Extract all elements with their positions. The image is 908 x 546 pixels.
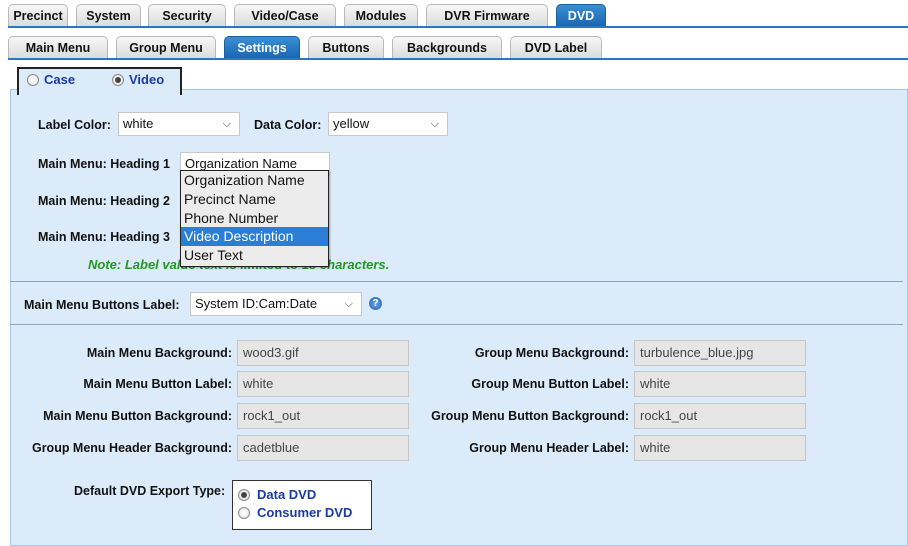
data-color-select[interactable]: yellow ⌵ bbox=[328, 112, 448, 136]
heading1-value: Organization Name bbox=[185, 156, 297, 171]
tab-dvd[interactable]: DVD bbox=[556, 4, 606, 26]
video-label[interactable]: Video bbox=[129, 72, 164, 87]
gm-bg-label: Group Menu Background: bbox=[474, 346, 629, 360]
tab-dvr-firmware[interactable]: DVR Firmware bbox=[426, 4, 548, 26]
gm-hdr-bg-field: cadetblue bbox=[237, 435, 409, 461]
heading1-label: Main Menu: Heading 1 bbox=[38, 157, 170, 171]
chevron-down-icon: ⌵ bbox=[344, 298, 353, 310]
gm-btn-label-label: Group Menu Button Label: bbox=[471, 377, 629, 391]
gm-hdr-label-label: Group Menu Header Label: bbox=[469, 441, 629, 455]
gm-btn-bg-label: Group Menu Button Background: bbox=[431, 409, 629, 423]
heading2-label: Main Menu: Heading 2 bbox=[38, 194, 170, 208]
tab-settings[interactable]: Settings bbox=[224, 36, 300, 58]
gm-btn-label-field: white bbox=[634, 371, 806, 397]
tab-system[interactable]: System bbox=[76, 4, 141, 26]
tab-main-menu[interactable]: Main Menu bbox=[8, 36, 108, 58]
tab-dvd-label[interactable]: DVD Label bbox=[510, 36, 602, 58]
export-type-label: Default DVD Export Type: bbox=[74, 484, 226, 498]
tab-group-menu[interactable]: Group Menu bbox=[116, 36, 216, 58]
mm-btn-bg-label: Main Menu Button Background: bbox=[43, 409, 232, 423]
gm-btn-bg-field: rock1_out bbox=[634, 403, 806, 429]
chevron-down-icon: ⌵ bbox=[430, 118, 439, 130]
mm-bg-field: wood3.gif bbox=[237, 340, 409, 366]
data-dvd-radio[interactable] bbox=[238, 489, 250, 501]
mm-btn-label-field: white bbox=[237, 371, 409, 397]
consumer-dvd-label[interactable]: Consumer DVD bbox=[257, 505, 352, 520]
data-dvd-label[interactable]: Data DVD bbox=[257, 487, 316, 502]
option-organization-name[interactable]: Organization Name bbox=[181, 171, 328, 190]
help-icon[interactable]: ? bbox=[369, 297, 382, 310]
option-user-text[interactable]: User Text bbox=[181, 246, 328, 265]
label-color-label: Label Color: bbox=[38, 118, 111, 132]
video-radio[interactable] bbox=[112, 74, 124, 86]
tab-security[interactable]: Security bbox=[148, 4, 226, 26]
tab-modules[interactable]: Modules bbox=[344, 4, 418, 26]
data-color-value: yellow bbox=[333, 116, 370, 131]
divider bbox=[10, 281, 903, 282]
consumer-dvd-radio[interactable] bbox=[238, 507, 250, 519]
chevron-down-icon: ⌵ bbox=[222, 118, 231, 130]
gm-hdr-label-field: white bbox=[634, 435, 806, 461]
option-phone-number[interactable]: Phone Number bbox=[181, 209, 328, 228]
tab-backgrounds[interactable]: Backgrounds bbox=[392, 36, 502, 58]
tab-precinct[interactable]: Precinct bbox=[8, 4, 68, 26]
mm-btn-label-label: Main Menu Button Label: bbox=[83, 377, 232, 391]
buttons-label-select[interactable]: System ID:Cam:Date ⌵ bbox=[190, 292, 362, 316]
label-color-value: white bbox=[123, 116, 154, 131]
divider bbox=[10, 324, 903, 325]
heading3-label: Main Menu: Heading 3 bbox=[38, 230, 170, 244]
buttons-label-value: System ID:Cam:Date bbox=[195, 296, 318, 311]
mm-bg-label: Main Menu Background: bbox=[86, 346, 232, 360]
data-color-label: Data Color: bbox=[254, 118, 322, 132]
gm-bg-field: turbulence_blue.jpg bbox=[634, 340, 806, 366]
option-precinct-name[interactable]: Precinct Name bbox=[181, 190, 328, 209]
gm-hdr-bg-label: Group Menu Header Background: bbox=[31, 441, 232, 455]
case-radio[interactable] bbox=[27, 74, 39, 86]
tab-video-case[interactable]: Video/Case bbox=[234, 4, 336, 26]
subtab-underline bbox=[8, 58, 908, 60]
label-color-select[interactable]: white ⌵ bbox=[118, 112, 240, 136]
heading1-dropdown-list[interactable]: Organization Name Precinct Name Phone Nu… bbox=[180, 170, 329, 267]
case-label[interactable]: Case bbox=[44, 72, 75, 87]
tab-underline bbox=[8, 26, 908, 28]
option-video-description[interactable]: Video Description bbox=[181, 227, 328, 247]
buttons-label-label: Main Menu Buttons Label: bbox=[24, 298, 180, 312]
tab-buttons[interactable]: Buttons bbox=[308, 36, 384, 58]
mm-btn-bg-field: rock1_out bbox=[237, 403, 409, 429]
